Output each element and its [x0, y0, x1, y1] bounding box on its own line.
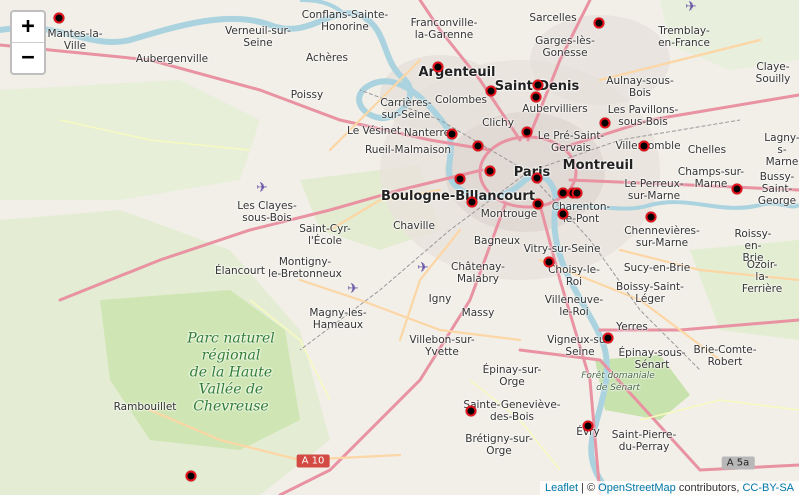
- location-marker[interactable]: [432, 61, 444, 73]
- leaflet-link[interactable]: Leaflet: [545, 482, 578, 494]
- map-container[interactable]: Mantes-la- Ville Aubergenville Verneuil-su…: [0, 0, 799, 495]
- location-marker[interactable]: [557, 208, 569, 220]
- location-marker[interactable]: [530, 91, 542, 103]
- airport-icon: ✈: [256, 180, 268, 196]
- location-marker[interactable]: [185, 470, 197, 482]
- location-marker[interactable]: [582, 420, 594, 432]
- location-marker[interactable]: [532, 79, 544, 91]
- location-marker[interactable]: [543, 256, 555, 268]
- road-shield: A 10: [296, 454, 330, 468]
- location-marker[interactable]: [465, 405, 477, 417]
- airport-icon: ✈: [347, 281, 359, 297]
- location-marker[interactable]: [466, 196, 478, 208]
- zoom-out-button[interactable]: −: [12, 43, 44, 73]
- location-marker[interactable]: [531, 172, 543, 184]
- location-marker[interactable]: [638, 140, 650, 152]
- osm-link[interactable]: OpenStreetMap: [598, 482, 676, 494]
- location-marker[interactable]: [446, 128, 458, 140]
- road-shield: A 5a: [721, 456, 755, 470]
- zoom-in-button[interactable]: +: [12, 12, 44, 42]
- location-marker[interactable]: [599, 117, 611, 129]
- location-marker[interactable]: [472, 140, 484, 152]
- location-marker[interactable]: [731, 183, 743, 195]
- attribution: Leaflet | © OpenStreetMap contributors, …: [539, 481, 799, 495]
- location-marker[interactable]: [484, 165, 496, 177]
- location-marker[interactable]: [53, 12, 65, 24]
- attribution-sep: | ©: [578, 482, 599, 494]
- location-marker[interactable]: [602, 332, 614, 344]
- location-marker[interactable]: [532, 198, 544, 210]
- license-link[interactable]: CC-BY-SA: [742, 482, 794, 494]
- location-marker[interactable]: [571, 187, 583, 199]
- location-marker[interactable]: [593, 17, 605, 29]
- zoom-control: + −: [10, 10, 46, 75]
- map-tiles: [0, 0, 799, 495]
- location-marker[interactable]: [645, 211, 657, 223]
- location-marker[interactable]: [485, 85, 497, 97]
- airport-icon: ✈: [685, 0, 697, 15]
- location-marker[interactable]: [521, 126, 533, 138]
- location-marker[interactable]: [454, 173, 466, 185]
- attribution-contributors: contributors,: [675, 482, 743, 494]
- airport-icon: ✈: [417, 260, 429, 276]
